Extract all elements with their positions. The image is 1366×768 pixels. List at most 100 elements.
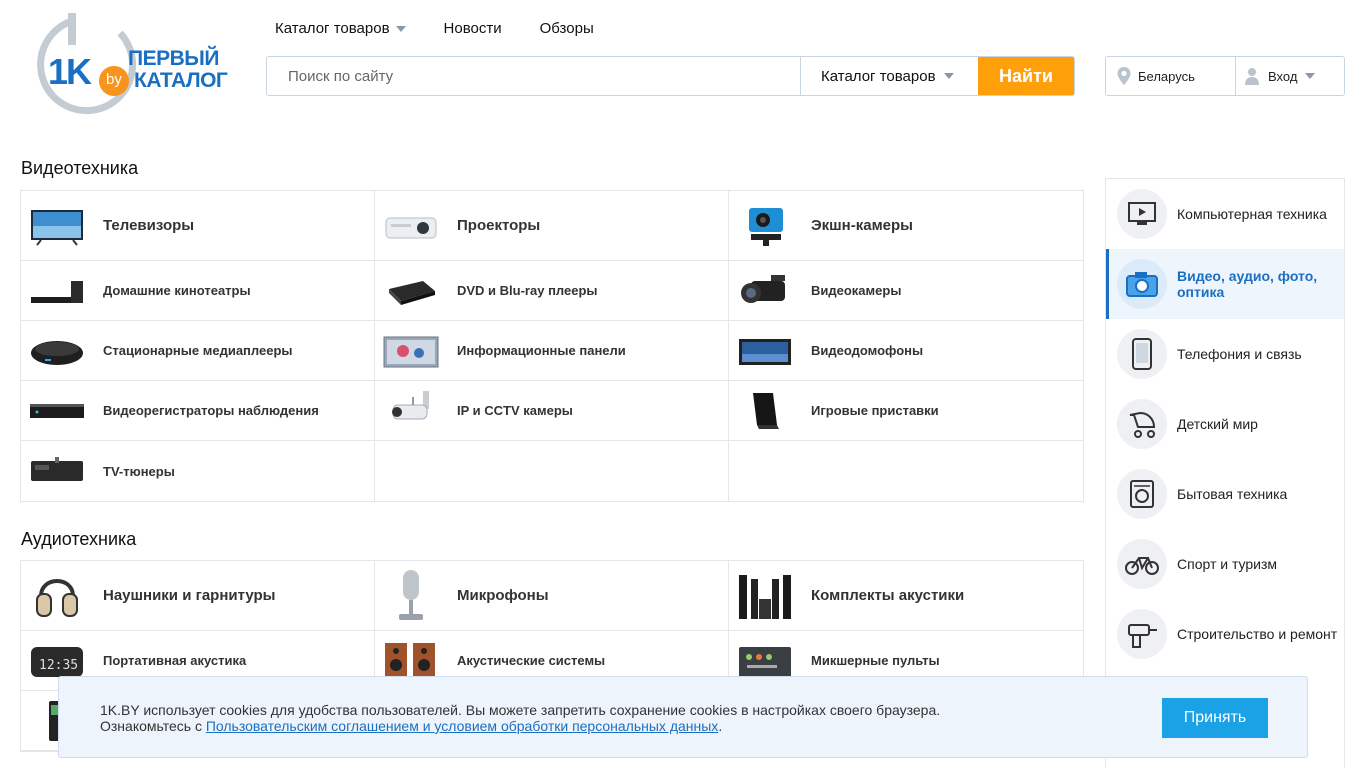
search-category-select[interactable]: Каталог товаров xyxy=(800,57,978,95)
category-home-theaters[interactable]: Домашние кинотеатры xyxy=(21,261,375,321)
sidebar-item-label: Строительство и ремонт xyxy=(1177,626,1338,642)
category-label: Игровые приставки xyxy=(811,403,939,418)
category-label: Микшерные пульты xyxy=(811,653,940,668)
category-dvd-bluray[interactable]: DVD и Blu-ray плееры xyxy=(375,261,729,321)
top-nav: Каталог товаров Новости Обзоры xyxy=(275,20,594,37)
search-input[interactable] xyxy=(267,57,800,95)
tv-tuner-icon xyxy=(29,449,85,493)
category-label: Стационарные медиаплееры xyxy=(103,343,293,358)
category-label: Информационные панели xyxy=(457,343,626,358)
category-microphones[interactable]: Микрофоны xyxy=(375,561,729,631)
camera-icon xyxy=(1117,259,1167,309)
sidebar-item-appliances[interactable]: Бытовая техника xyxy=(1106,459,1344,529)
sidebar-item-label: Спорт и туризм xyxy=(1177,556,1278,572)
empty-cell xyxy=(729,441,1083,501)
category-tv[interactable]: Телевизоры xyxy=(21,191,375,261)
sidebar-item-label: Телефония и связь xyxy=(1177,346,1302,362)
category-label: Акустические системы xyxy=(457,653,606,668)
category-action-cameras[interactable]: Экшн-камеры xyxy=(729,191,1083,261)
phone-icon xyxy=(1117,329,1167,379)
user-controls: Беларусь Вход xyxy=(1105,56,1345,96)
chevron-down-icon xyxy=(1305,73,1316,79)
dvd-player-icon xyxy=(383,269,439,313)
cookie-policy-link[interactable]: Пользовательским соглашением и условием … xyxy=(206,718,718,734)
category-label: Комплекты акустики xyxy=(811,587,965,604)
region-selector[interactable]: Беларусь xyxy=(1106,57,1236,95)
bicycle-icon xyxy=(1117,539,1167,589)
category-label: TV-тюнеры xyxy=(103,463,175,479)
nav-reviews[interactable]: Обзоры xyxy=(540,20,594,37)
sidebar-item-label: Детский мир xyxy=(1177,416,1258,432)
info-panel-icon xyxy=(383,329,439,373)
category-video-intercoms[interactable]: Видеодомофоны xyxy=(729,321,1083,381)
dvr-icon xyxy=(29,389,85,433)
video-category-grid: Телевизоры Проекторы Экшн-камеры Домашни… xyxy=(20,190,1084,502)
chevron-down-icon xyxy=(395,25,406,32)
sidebar-item-label: Видео, аудио, фото, оптика xyxy=(1177,268,1318,300)
category-info-panels[interactable]: Информационные панели xyxy=(375,321,729,381)
headphones-icon xyxy=(29,574,85,618)
category-speaker-sets[interactable]: Комплекты акустики xyxy=(729,561,1083,631)
logo-1k: 1K xyxy=(48,51,92,92)
category-ip-cctv[interactable]: IP и CCTV камеры xyxy=(375,381,729,441)
microphone-icon xyxy=(383,569,439,620)
category-label: Телевизоры xyxy=(103,217,195,234)
monitor-icon xyxy=(1117,189,1167,239)
category-headphones[interactable]: Наушники и гарнитуры xyxy=(21,561,375,631)
category-media-players[interactable]: Стационарные медиаплееры xyxy=(21,321,375,381)
category-label: Портативная акустика xyxy=(103,653,247,668)
search-bar: Каталог товаров Найти xyxy=(266,56,1075,96)
category-camcorders[interactable]: Видеокамеры xyxy=(729,261,1083,321)
nav-catalog-label: Каталог товаров xyxy=(275,20,390,37)
chevron-down-icon xyxy=(943,73,954,79)
media-player-icon xyxy=(29,329,85,373)
location-pin-icon xyxy=(1117,67,1131,85)
sidebar-item-computers[interactable]: Компьютерная техника xyxy=(1106,179,1344,249)
cookie-accept-button[interactable]: Принять xyxy=(1162,698,1268,738)
category-label: Экшн-камеры xyxy=(811,217,913,234)
sidebar-item-telephony[interactable]: Телефония и связь xyxy=(1106,319,1344,389)
nav-catalog[interactable]: Каталог товаров xyxy=(275,20,406,37)
category-label: Микрофоны xyxy=(457,587,549,604)
logo-by: by xyxy=(106,71,122,88)
action-camera-icon xyxy=(737,204,793,248)
game-console-icon xyxy=(737,389,793,433)
section-title-video: Видеотехника xyxy=(21,158,139,178)
logo-line1: ПЕРВЫЙ xyxy=(128,47,219,70)
category-label: Видеорегистраторы наблюдения xyxy=(103,403,319,418)
cookie-banner: 1K.BY использует cookies для удобства по… xyxy=(58,676,1308,758)
category-tv-tuners[interactable]: TV-тюнеры xyxy=(21,441,375,501)
sidebar-item-construction[interactable]: Строительство и ремонт xyxy=(1106,599,1344,669)
category-label: Видеокамеры xyxy=(811,283,902,298)
category-label: Видеодомофоны xyxy=(811,343,924,358)
cookie-text-line2: Ознакомьтесь с xyxy=(100,718,202,734)
site-logo[interactable]: 1K by ПЕРВЫЙ КАТАЛОГ xyxy=(28,13,228,115)
empty-cell xyxy=(375,441,729,501)
sidebar-item-label: Компьютерная техника xyxy=(1177,206,1327,222)
section-title-audio: Аудиотехника xyxy=(21,529,137,549)
cookie-text-end: . xyxy=(718,718,723,734)
nav-news[interactable]: Новости xyxy=(444,20,502,37)
category-game-consoles[interactable]: Игровые приставки xyxy=(729,381,1083,441)
washing-machine-icon xyxy=(1117,469,1167,519)
sidebar-item-label: Бытовая техника xyxy=(1177,486,1288,502)
category-projectors[interactable]: Проекторы xyxy=(375,191,729,261)
intercom-icon xyxy=(737,329,793,373)
speaker-set-icon xyxy=(737,574,793,619)
search-button[interactable]: Найти xyxy=(978,57,1074,95)
sidebar-item-sport[interactable]: Спорт и туризм xyxy=(1106,529,1344,599)
login-button[interactable]: Вход xyxy=(1236,57,1344,95)
stroller-icon xyxy=(1117,399,1167,449)
svg-text:12:35: 12:35 xyxy=(39,658,78,673)
sidebar-item-video-audio[interactable]: Видео, аудио, фото, оптика xyxy=(1106,249,1344,319)
category-label: DVD и Blu-ray плееры xyxy=(457,283,598,298)
region-label: Беларусь xyxy=(1138,68,1195,84)
drill-icon xyxy=(1117,609,1167,659)
camcorder-icon xyxy=(737,269,793,313)
cookie-text: 1K.BY использует cookies для удобства по… xyxy=(100,702,940,734)
cookie-text-line1: 1K.BY использует cookies для удобства по… xyxy=(100,702,941,718)
category-surveillance-recorders[interactable]: Видеорегистраторы наблюдения xyxy=(21,381,375,441)
category-label: Наушники и гарнитуры xyxy=(103,587,276,604)
sidebar-item-kids[interactable]: Детский мир xyxy=(1106,389,1344,459)
search-category-label: Каталог товаров xyxy=(821,67,936,85)
